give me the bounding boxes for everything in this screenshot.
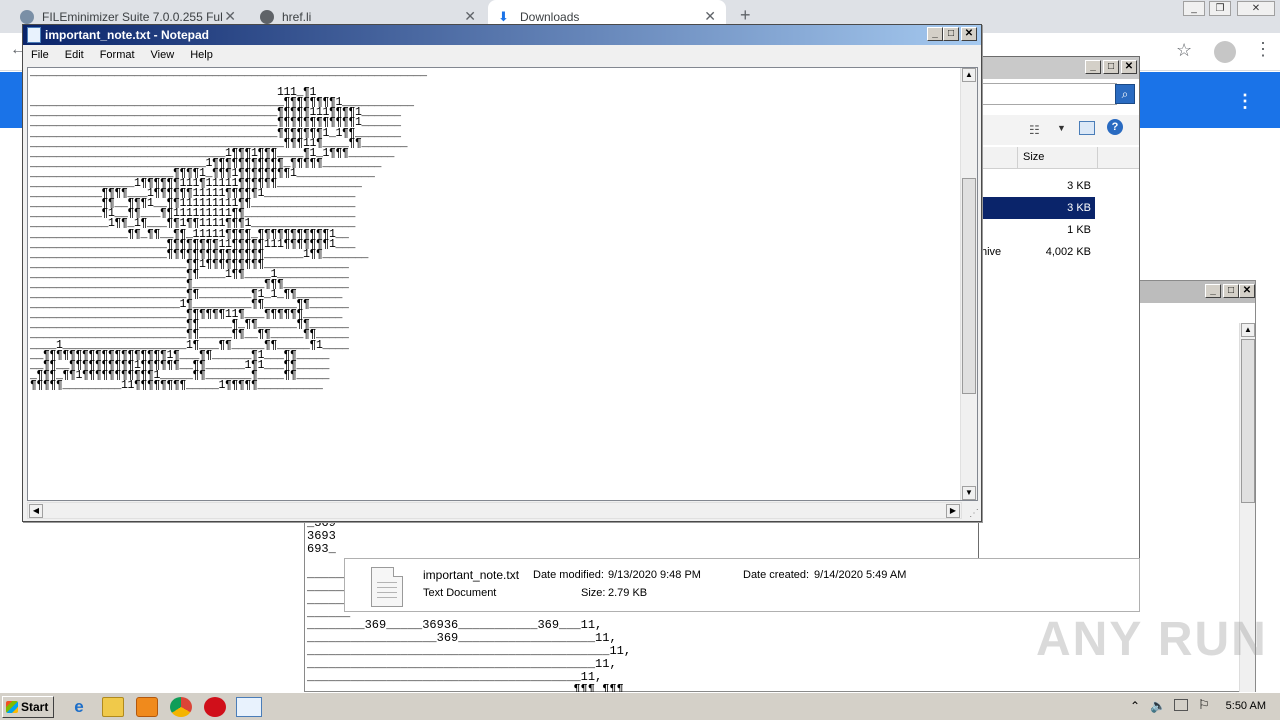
maximize-button[interactable]: ❐ — [1209, 1, 1231, 16]
menu-help[interactable]: Help — [182, 49, 221, 61]
explorer-icon[interactable] — [102, 697, 124, 717]
start-label: Start — [21, 700, 49, 714]
windows-logo-icon — [6, 701, 18, 713]
notepad-titlebar[interactable]: important_note.txt - Notepad _ □ ✕ — [23, 25, 981, 45]
column-header-size[interactable]: Size — [1023, 151, 1044, 163]
scroll-left-icon[interactable]: ◀ — [29, 504, 43, 518]
explorer-toolbar: ☷ ▼ ? — [979, 115, 1139, 145]
system-tray: ⌃ 🔈 ⚐ 5:50 AM — [1100, 695, 1280, 719]
notepad-icon — [27, 27, 41, 43]
start-button[interactable]: Start — [2, 696, 54, 718]
text-file-icon — [371, 567, 403, 607]
menu-edit[interactable]: Edit — [57, 49, 92, 61]
details-size-label: Size: — [581, 587, 606, 599]
details-created-value: 9/14/2020 5:49 AM — [814, 569, 907, 581]
file-size: 4,002 KB — [1045, 246, 1091, 258]
clock[interactable]: 5:50 AM — [1226, 700, 1266, 712]
download-icon: ⬇ — [498, 8, 509, 24]
close-button[interactable]: ✕ — [1121, 60, 1137, 74]
new-tab-button[interactable]: + — [740, 5, 751, 26]
close-tab-icon[interactable]: ✕ — [224, 8, 236, 25]
chrome-icon[interactable] — [170, 697, 192, 717]
file-size: 1 KB — [1067, 224, 1091, 236]
network-icon[interactable] — [1174, 699, 1188, 711]
ascii-art-text: ________________________________________… — [30, 67, 427, 392]
tab-title: href.li — [282, 9, 312, 24]
details-modified-value: 9/13/2020 9:48 PM — [608, 569, 701, 581]
file-size: 3 KB — [1067, 202, 1091, 214]
menu-view[interactable]: View — [143, 49, 183, 61]
menu-bar: File Edit Format View Help — [23, 45, 981, 65]
account-icon[interactable] — [1214, 41, 1236, 63]
file-size: 3 KB — [1067, 180, 1091, 192]
scroll-down-icon[interactable]: ▼ — [962, 486, 976, 500]
taskbar: Start e ⌃ 🔈 ⚐ 5:50 AM — [0, 692, 1280, 720]
details-pane: important_note.txt Date modified: 9/13/2… — [344, 558, 1140, 612]
star-icon[interactable]: ☆ — [1176, 40, 1192, 61]
file-type: hive — [981, 246, 1002, 258]
close-button[interactable]: ✕ — [1239, 284, 1255, 298]
column-divider — [1097, 147, 1098, 169]
notepad-window: important_note.txt - Notepad _ □ ✕ File … — [22, 24, 982, 522]
maximize-button[interactable]: □ — [1223, 284, 1239, 298]
minimize-button[interactable]: _ — [927, 27, 943, 41]
details-modified-label: Date modified: — [533, 569, 604, 581]
view-options-icon[interactable]: ☷ — [1029, 123, 1040, 137]
ie-icon[interactable]: e — [68, 697, 90, 717]
scroll-thumb[interactable] — [1241, 339, 1255, 503]
chevron-up-icon[interactable]: ⌃ — [1130, 699, 1140, 713]
horizontal-scrollbar[interactable]: ◀ ▶ — [27, 502, 962, 519]
flag-icon[interactable]: ⚐ — [1198, 697, 1210, 713]
close-window-button[interactable]: ✕ — [1237, 1, 1275, 16]
downloads-menu-icon[interactable]: ⋮ — [1236, 92, 1254, 110]
maximize-button[interactable]: □ — [1103, 60, 1119, 74]
resize-grip-icon[interactable]: ⋰ — [969, 508, 979, 519]
file-row-selected[interactable]: 3 KB — [979, 197, 1095, 219]
explorer-window: _ □ ✕ ⌕ ☷ ▼ ? Size 3 KB 3 KB 1 KB hive 4… — [978, 56, 1140, 612]
details-created-label: Date created: — [743, 569, 810, 581]
scroll-right-icon[interactable]: ▶ — [946, 504, 960, 518]
globe-icon — [260, 9, 274, 24]
details-size-value: 2.79 KB — [608, 587, 648, 599]
close-tab-icon[interactable]: ✕ — [704, 8, 716, 25]
file-row[interactable]: 3 KB — [979, 175, 1095, 197]
column-divider — [1017, 147, 1018, 169]
column-header: Size — [979, 147, 1139, 169]
tab-title: Downloads — [520, 9, 580, 24]
site-favicon-icon — [20, 9, 34, 24]
tab-title: FILEminimizer Suite 7.0.0.255 Full Ke — [42, 9, 222, 24]
media-player-icon[interactable] — [136, 697, 158, 717]
help-icon[interactable]: ? — [1107, 119, 1123, 135]
minimize-button[interactable]: _ — [1205, 284, 1221, 298]
scroll-up-icon[interactable]: ▲ — [962, 68, 976, 82]
minimize-button[interactable]: _ — [1183, 1, 1205, 16]
vertical-scrollbar[interactable]: ▲ ▼ — [960, 68, 977, 500]
scroll-up-icon[interactable]: ▲ — [1241, 323, 1255, 337]
file-row[interactable]: hive 4,002 KB — [979, 241, 1095, 263]
menu-file[interactable]: File — [23, 49, 57, 61]
close-button[interactable]: ✕ — [961, 27, 977, 41]
background-document-text: _369 3693 693_ ______ ______ ______ ____… — [307, 516, 645, 709]
minimize-button[interactable]: _ — [1085, 60, 1101, 74]
maximize-button[interactable]: □ — [943, 27, 959, 41]
watermark: ANY RUN — [1036, 613, 1268, 666]
scroll-thumb[interactable] — [962, 178, 976, 394]
volume-icon[interactable]: 🔈 — [1150, 698, 1166, 714]
menu-format[interactable]: Format — [92, 49, 143, 61]
file-row[interactable]: 1 KB — [979, 219, 1095, 241]
notepad-icon[interactable] — [236, 697, 262, 717]
notepad-title: important_note.txt - Notepad — [45, 28, 209, 42]
search-input[interactable] — [979, 83, 1117, 105]
menu-icon[interactable]: ⋮ — [1254, 39, 1272, 60]
details-file-name: important_note.txt — [423, 568, 520, 582]
text-editor-area[interactable]: ________________________________________… — [27, 67, 978, 501]
preview-pane-icon[interactable] — [1079, 121, 1095, 135]
details-file-type: Text Document — [423, 587, 497, 599]
explorer-titlebar: _ □ ✕ — [979, 57, 1139, 79]
search-icon[interactable]: ⌕ — [1115, 84, 1135, 104]
chevron-down-icon[interactable]: ▼ — [1057, 123, 1066, 133]
close-tab-icon[interactable]: ✕ — [464, 8, 476, 25]
opera-icon[interactable] — [204, 697, 226, 717]
